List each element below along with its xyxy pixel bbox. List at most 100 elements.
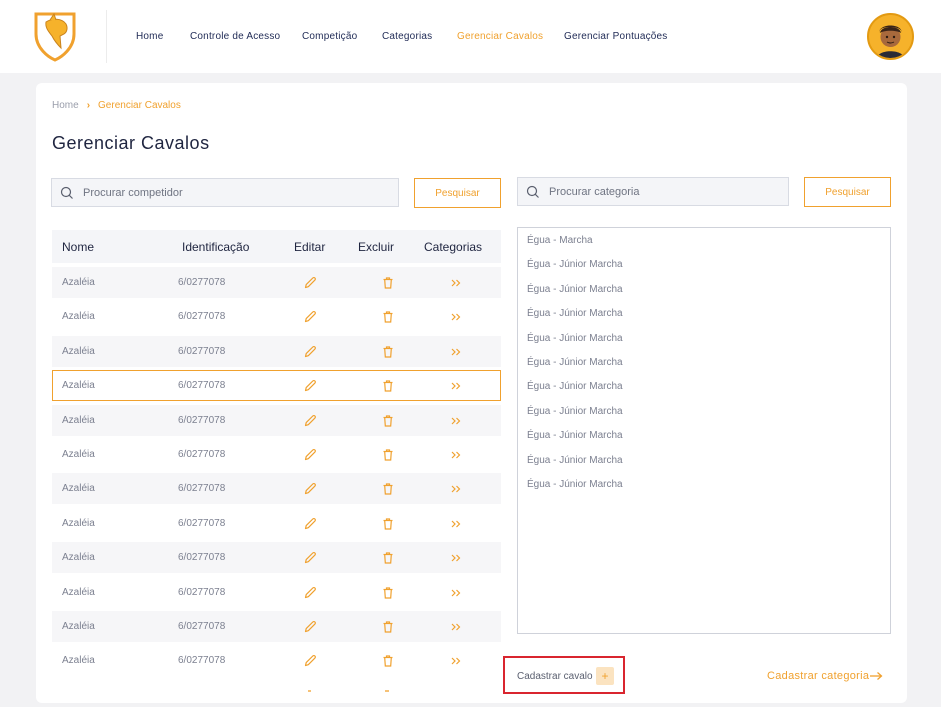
breadcrumb-home[interactable]: Home — [52, 100, 79, 111]
horse-name: Azaléia — [62, 277, 95, 288]
user-avatar[interactable] — [867, 13, 914, 60]
trash-icon[interactable] — [381, 586, 395, 600]
horse-name: Azaléia — [62, 346, 95, 357]
arrow-right-icon[interactable] — [869, 671, 883, 681]
pencil-icon[interactable] — [303, 345, 317, 359]
double-chevron-right-icon[interactable] — [449, 448, 463, 462]
nav-controle-de-acesso[interactable]: Controle de Acesso — [190, 31, 280, 42]
pencil-icon[interactable] — [303, 482, 317, 496]
trash-icon[interactable] — [381, 448, 395, 462]
horse-name: Azaléia — [62, 655, 95, 666]
trash-icon[interactable] — [381, 482, 395, 496]
pencil-icon[interactable] — [303, 414, 317, 428]
horses-table-header: Nome Identificação Editar Excluir Catego… — [52, 230, 501, 263]
nav-home[interactable]: Home — [136, 31, 163, 42]
column-header-identificacao: Identificação — [182, 240, 250, 254]
table-row[interactable]: Azaléia 6/0277078 — [52, 473, 501, 504]
double-chevron-right-icon[interactable] — [449, 517, 463, 531]
double-chevron-right-icon[interactable] — [449, 482, 463, 496]
horse-identification: 6/0277078 — [178, 518, 226, 529]
double-chevron-right-icon[interactable] — [449, 379, 463, 393]
table-row[interactable]: Azaléia 6/0277078 — [52, 405, 501, 436]
double-chevron-right-icon[interactable] — [449, 654, 463, 668]
category-list-item[interactable]: Égua - Júnior Marcha — [527, 455, 623, 466]
trash-icon[interactable] — [381, 654, 395, 668]
trash-icon[interactable] — [381, 345, 395, 359]
trash-icon[interactable] — [381, 620, 395, 634]
trash-icon[interactable] — [381, 276, 395, 290]
horse-name: Azaléia — [62, 380, 95, 391]
category-list-item[interactable]: Égua - Júnior Marcha — [527, 381, 623, 392]
category-search-button[interactable]: Pesquisar — [804, 177, 891, 207]
table-row[interactable]: Azaléia 6/0277078 — [52, 301, 501, 332]
horse-identification: 6/0277078 — [178, 311, 226, 322]
pencil-icon[interactable] — [303, 379, 317, 393]
chevron-right-icon: › — [86, 100, 91, 111]
logo-divider — [106, 10, 107, 63]
add-horse-button[interactable]: Cadastrar cavalo — [517, 671, 593, 682]
pencil-icon[interactable] — [303, 586, 317, 600]
double-chevron-right-icon[interactable] — [449, 414, 463, 428]
pencil-icon[interactable] — [303, 448, 317, 462]
table-row[interactable]: Azaléia 6/0277078 — [52, 370, 501, 401]
trash-icon[interactable] — [381, 310, 395, 324]
nav-gerenciar-pontuacoes[interactable]: Gerenciar Pontuações — [564, 31, 668, 42]
table-row[interactable]: Azaléia 6/0277078 — [52, 577, 501, 608]
breadcrumb: Home › Gerenciar Cavalos — [52, 100, 181, 111]
category-list-item[interactable]: Égua - Marcha — [527, 235, 593, 246]
category-list-item[interactable]: Égua - Júnior Marcha — [527, 259, 623, 270]
horse-logo-icon[interactable] — [30, 10, 80, 62]
nav-competicao[interactable]: Competição — [302, 31, 357, 42]
competitor-search-box — [51, 178, 399, 207]
double-chevron-right-icon[interactable] — [449, 276, 463, 290]
plus-icon[interactable]: + — [596, 667, 614, 685]
add-category-button[interactable]: Cadastrar categoria — [767, 670, 869, 682]
table-row[interactable]: Azaléia 6/0277078 — [52, 542, 501, 573]
trash-icon[interactable] — [381, 379, 395, 393]
category-search-box — [517, 177, 789, 206]
pencil-icon[interactable] — [303, 551, 317, 565]
table-row[interactable]: Azaléia 6/0277078 — [52, 439, 501, 470]
competitor-search-button[interactable]: Pesquisar — [414, 178, 501, 208]
table-row[interactable]: Azaléia 6/0277078 — [52, 645, 501, 676]
category-list-item[interactable]: Égua - Júnior Marcha — [527, 357, 623, 368]
trash-icon — [385, 690, 389, 692]
double-chevron-right-icon[interactable] — [449, 586, 463, 600]
column-header-excluir: Excluir — [358, 240, 395, 254]
column-header-categorias: Categorias — [424, 240, 483, 254]
nav-categorias[interactable]: Categorias — [382, 31, 432, 42]
table-row[interactable]: Azaléia 6/0277078 — [52, 336, 501, 367]
horse-identification: 6/0277078 — [178, 277, 226, 288]
category-list-item[interactable]: Égua - Júnior Marcha — [527, 406, 623, 417]
double-chevron-right-icon[interactable] — [449, 620, 463, 634]
double-chevron-right-icon[interactable] — [449, 310, 463, 324]
trash-icon[interactable] — [381, 517, 395, 531]
trash-icon[interactable] — [381, 551, 395, 565]
nav-gerenciar-cavalos[interactable]: Gerenciar Cavalos — [457, 31, 543, 42]
horse-name: Azaléia — [62, 518, 95, 529]
category-list-item[interactable]: Égua - Júnior Marcha — [527, 479, 623, 490]
table-row[interactable]: Azaléia 6/0277078 — [52, 267, 501, 298]
category-list-item[interactable]: Égua - Júnior Marcha — [527, 430, 623, 441]
pencil-icon[interactable] — [303, 276, 317, 290]
breadcrumb-current: Gerenciar Cavalos — [98, 100, 181, 111]
category-list-item[interactable]: Égua - Júnior Marcha — [527, 284, 623, 295]
pencil-icon[interactable] — [303, 517, 317, 531]
pencil-icon[interactable] — [303, 620, 317, 634]
pencil-icon[interactable] — [303, 654, 317, 668]
category-list-item[interactable]: Égua - Júnior Marcha — [527, 333, 623, 344]
top-navbar: Home Controle de Acesso Competição Categ… — [0, 0, 941, 73]
pencil-icon — [308, 690, 311, 692]
table-row[interactable]: Azaléia 6/0277078 — [52, 508, 501, 539]
user-avatar-icon — [869, 15, 912, 58]
table-row[interactable]: Azaléia 6/0277078 — [52, 611, 501, 642]
category-search-input[interactable] — [549, 178, 779, 205]
double-chevron-right-icon[interactable] — [449, 551, 463, 565]
double-chevron-right-icon[interactable] — [449, 345, 463, 359]
category-list-item[interactable]: Égua - Júnior Marcha — [527, 308, 623, 319]
trash-icon[interactable] — [381, 414, 395, 428]
pencil-icon[interactable] — [303, 310, 317, 324]
horse-name: Azaléia — [62, 552, 95, 563]
page-title: Gerenciar Cavalos — [52, 133, 210, 153]
competitor-search-input[interactable] — [83, 179, 383, 206]
